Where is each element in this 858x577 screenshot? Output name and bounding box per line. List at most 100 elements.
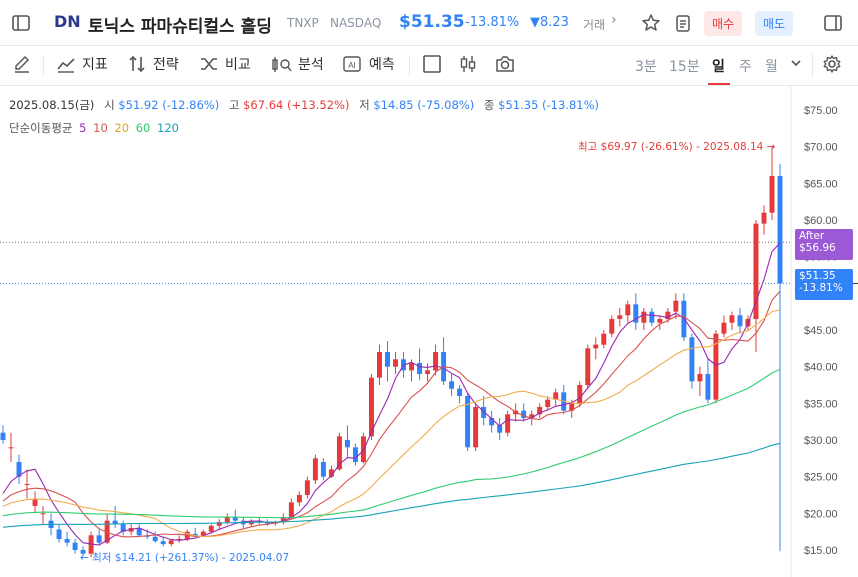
period-month[interactable]: 월: [765, 56, 778, 76]
screenshot-button[interactable]: [494, 54, 516, 74]
price-chart[interactable]: $75.00$70.00$65.00$60.00$55.00$50.00$45.…: [0, 86, 858, 577]
candle-body: [0, 432, 6, 440]
panel-right-icon: [824, 15, 842, 31]
shuffle-icon: [201, 58, 217, 70]
ma10-label: 10: [93, 121, 108, 135]
close-value: $51.35 (-13.81%): [498, 98, 600, 112]
camera-icon: [496, 56, 514, 72]
analysis-button[interactable]: 분석: [270, 54, 324, 74]
candle-body: [377, 352, 382, 378]
period-day[interactable]: 일: [712, 56, 725, 76]
analysis-label: 분석: [298, 57, 324, 73]
low-annotation-text: 최저 $14.21 (+261.37%) - 2025.04.07: [92, 552, 290, 564]
candle-body: [393, 359, 398, 367]
candlestick-icon: [460, 56, 476, 72]
candle-body: [609, 319, 615, 334]
ai-chip-icon: AI: [343, 56, 361, 72]
draw-tool-button[interactable]: [12, 54, 32, 74]
y-tick-label: $70.00: [804, 142, 838, 154]
sell-button[interactable]: 매도: [755, 11, 794, 36]
candle-body: [657, 319, 663, 323]
candle-body: [409, 363, 415, 371]
y-tick-label: $25.00: [804, 472, 838, 484]
panel-right-toggle[interactable]: [822, 12, 844, 34]
after-hours-badge: After $56.96: [795, 229, 853, 260]
compare-button[interactable]: 비교: [199, 54, 251, 74]
indicator-button[interactable]: 지표: [56, 54, 108, 74]
high-value: $67.64 (+13.52%): [243, 98, 350, 112]
candle-body: [352, 447, 358, 462]
candle-body: [721, 322, 727, 334]
last-pct: -13.81%: [799, 282, 843, 294]
active-period-underline: [708, 83, 730, 85]
ma60-label: 60: [135, 121, 151, 135]
candle-body: [344, 440, 350, 448]
candle-body: [705, 374, 711, 400]
predict-button[interactable]: AI 예측: [341, 54, 395, 74]
chevron-right-icon[interactable]: ›: [611, 12, 617, 28]
last-price: $51.35: [799, 270, 836, 282]
candle-body: [761, 212, 767, 224]
chart-settings-button[interactable]: [822, 54, 842, 74]
chevron-down-icon: [791, 60, 801, 67]
y-tick-label: $40.00: [804, 362, 838, 374]
candle-body: [545, 399, 551, 407]
buy-button[interactable]: 매수: [704, 11, 743, 36]
ohlc-info: 2025.08.15(금) 시 $51.92 (-12.86%) 고 $67.6…: [9, 97, 599, 113]
y-tick-label: $15.00: [804, 545, 838, 557]
candle-body: [617, 315, 623, 319]
candle-body: [208, 525, 214, 532]
toolbar-divider: [812, 54, 813, 78]
gear-icon: [823, 55, 841, 73]
candle-body: [152, 536, 158, 542]
change-amount: ▼8.23: [530, 15, 569, 30]
candle-body: [601, 333, 607, 345]
candle-body: [24, 484, 30, 485]
chart-style-button[interactable]: [422, 54, 442, 74]
close-label: 종: [483, 98, 495, 112]
svg-text:AI: AI: [348, 61, 356, 70]
candle-body: [168, 540, 174, 545]
candle-body: [689, 337, 695, 382]
candle-body: [224, 517, 230, 523]
candle-body: [417, 363, 423, 374]
square-icon: [423, 55, 441, 73]
clipboard-icon: [676, 15, 690, 32]
strategy-button[interactable]: 전략: [127, 54, 179, 74]
candle-body: [769, 176, 775, 213]
candle-body: [32, 498, 38, 506]
y-tick-label: $75.00: [804, 105, 838, 117]
ma120-label: 120: [157, 121, 179, 135]
ma5-label: 5: [79, 121, 87, 135]
y-tick-label: $30.00: [804, 435, 838, 447]
candle-body: [72, 542, 78, 550]
logo-text: DN: [54, 12, 81, 31]
info-date: 2025.08.15(금): [9, 98, 95, 112]
open-label: 시: [104, 98, 115, 112]
period-3min[interactable]: 3분: [635, 56, 657, 76]
more-periods-button[interactable]: [789, 56, 803, 70]
memo-button[interactable]: [672, 12, 694, 34]
candle-body: [288, 502, 294, 517]
candle-body: [320, 462, 326, 477]
candle-body: [625, 304, 631, 316]
star-icon: [642, 14, 660, 31]
period-15min[interactable]: 15분: [669, 56, 700, 76]
candle-body: [449, 381, 455, 389]
compare-label: 비교: [225, 57, 251, 73]
ma10-line: [2, 290, 781, 538]
favorite-button[interactable]: [640, 12, 662, 34]
sidebar-toggle-button[interactable]: [10, 12, 32, 34]
after-price: $56.96: [799, 242, 836, 254]
indicator-label: 지표: [82, 57, 108, 73]
candle-body: [296, 495, 302, 503]
candle-body: [385, 352, 390, 367]
candle-body: [649, 311, 655, 323]
top-bar: DN 토닉스 파마슈티컬스 홀딩 TNXP NASDAQ $51.35 -13.…: [0, 0, 858, 46]
candle-body: [641, 311, 647, 323]
ma-legend[interactable]: 단순이동평균 5 10 20 60 120: [9, 120, 179, 136]
exchange: NASDAQ: [330, 16, 382, 30]
period-week[interactable]: 주: [739, 56, 752, 76]
candle-body: [433, 352, 439, 371]
candle-type-button[interactable]: [458, 54, 478, 74]
